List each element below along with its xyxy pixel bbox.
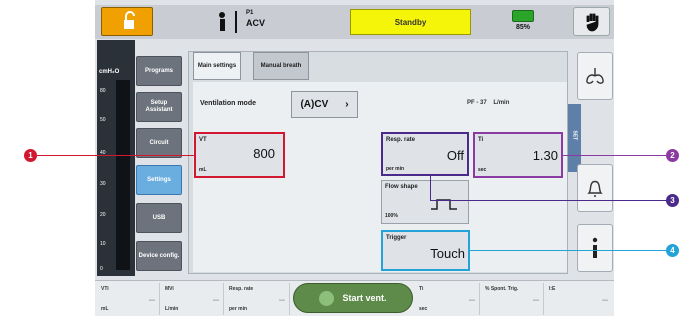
peak-flow-readout: PF - 37 L/min: [467, 100, 509, 106]
bargraph-tick: 30: [100, 181, 106, 187]
lungs-icon: [586, 68, 604, 84]
unlock-icon: [124, 11, 135, 29]
tab-manual-breath[interactable]: Manual breath: [253, 52, 309, 80]
spont-trig-value: ---: [533, 298, 539, 304]
bell-icon: [587, 180, 603, 197]
callout-4: 4: [666, 244, 679, 257]
side-tab-label: SET: [571, 130, 578, 141]
monitor-mvi: MVi L/min ---: [162, 283, 224, 315]
bargraph-tick: 20: [100, 212, 106, 218]
callout-3-connector: [430, 176, 431, 200]
trigger-value: Touch: [430, 246, 465, 261]
battery-icon: [512, 10, 534, 22]
chevron-right-icon: ›: [345, 99, 349, 110]
callout-3-line: [430, 200, 666, 201]
bargraph-tick: 10: [100, 241, 106, 247]
spont-trig-label: % Spont. Trig.: [485, 286, 519, 292]
pressure-bar: [116, 80, 130, 270]
battery-indicator: 85%: [503, 9, 543, 35]
monitor-vti: VTi mL ---: [98, 283, 160, 315]
info-button[interactable]: [577, 224, 613, 272]
vti-value: ---: [149, 298, 155, 304]
ti-setting[interactable]: Ti 1.30 sec: [473, 132, 563, 178]
status-badge: Standby: [350, 9, 471, 35]
nav-settings[interactable]: Settings: [136, 165, 182, 195]
callout-3: 3: [666, 194, 679, 207]
ti-unit: sec: [478, 167, 487, 173]
monitor-ti-unit: sec: [419, 306, 428, 312]
trigger-label: Trigger: [386, 235, 407, 241]
resp-rate-label: Resp. rate: [386, 137, 416, 143]
mvi-unit: L/min: [165, 306, 179, 312]
trigger-setting[interactable]: Trigger Touch: [381, 230, 470, 271]
vti-label: VTi: [101, 286, 109, 292]
lungs-button[interactable]: [577, 52, 613, 100]
monitor-resp-rate: Resp. rate per min ---: [226, 283, 290, 315]
callout-1-line: [37, 155, 194, 156]
callout-2: 2: [666, 149, 679, 162]
monitor-rr-label: Resp. rate: [229, 286, 254, 292]
callout-1: 1: [24, 149, 37, 162]
monitor-ti-label: Ti: [419, 286, 424, 292]
vti-unit: mL: [101, 306, 109, 312]
vt-label: VT: [199, 137, 207, 143]
mvi-value: ---: [213, 298, 219, 304]
flow-shape-label: Flow shape: [385, 184, 418, 190]
monitor-rr-value: ---: [279, 298, 285, 304]
resp-rate-setting[interactable]: Resp. rate Off per min: [381, 132, 469, 176]
nav-circuit[interactable]: Circuit: [136, 128, 182, 158]
alarm-pause-button[interactable]: [573, 7, 610, 36]
pf-unit: L/min: [493, 100, 510, 106]
ti-value: 1.30: [532, 148, 558, 163]
bargraph-unit: cmH₂O: [99, 69, 120, 75]
vent-mode-select[interactable]: (A)CV ›: [291, 91, 358, 118]
current-mode: P1 ACV: [246, 8, 265, 28]
flow-shape-setting[interactable]: Flow shape 100%: [381, 180, 469, 224]
pf-text: PF - 37: [467, 100, 487, 106]
patient-code: P1: [246, 10, 254, 16]
mvi-label: MVi: [165, 286, 174, 292]
nav-setup-assistant[interactable]: Setup Assistant: [136, 92, 182, 122]
nav-programs[interactable]: Programs: [136, 56, 182, 86]
bargraph-tick: 50: [100, 117, 106, 123]
monitor-ie: I:E ---: [546, 283, 612, 315]
start-vent-button[interactable]: Start vent.: [293, 283, 413, 313]
battery-level: 85%: [515, 24, 530, 31]
ie-label: I:E: [549, 286, 556, 292]
resp-rate-value: Off: [446, 148, 464, 163]
flow-shape-value: 100%: [385, 213, 398, 219]
nav-device-config[interactable]: Device config.: [136, 241, 182, 271]
vt-unit: mL: [199, 167, 207, 173]
monitor-ti-value: ---: [469, 298, 475, 304]
start-icon: [319, 290, 335, 306]
ie-value: ---: [602, 298, 608, 304]
side-tab[interactable]: SET: [568, 104, 581, 172]
lock-button[interactable]: [101, 7, 153, 36]
vent-mode-value: (A)CV: [300, 99, 329, 110]
monitor-spont-trig: % Spont. Trig. ---: [482, 283, 544, 315]
bargraph-tick: 80: [100, 88, 106, 94]
nav-usb[interactable]: USB: [136, 203, 182, 233]
vt-value: 800: [253, 146, 275, 161]
vt-setting[interactable]: VT 800 mL: [194, 132, 285, 178]
info-icon: [592, 237, 598, 258]
vent-mode-label: Ventilation mode: [200, 100, 257, 107]
resp-rate-unit: per min: [386, 166, 405, 172]
callout-2-line: [563, 155, 666, 156]
ti-label: Ti: [478, 137, 484, 143]
bargraph-tick: 0: [100, 266, 103, 272]
mode-label: ACV: [246, 18, 266, 28]
alarm-button[interactable]: [577, 164, 613, 212]
monitor-rr-unit: per min: [229, 306, 248, 312]
callout-4-line: [470, 250, 666, 251]
monitor-ti: Ti sec ---: [416, 283, 480, 315]
tab-main-settings[interactable]: Main settings: [193, 52, 241, 80]
adult-patient-icon: [219, 11, 237, 33]
hand-stop-icon: [586, 13, 598, 31]
start-vent-label: Start vent.: [342, 293, 387, 303]
